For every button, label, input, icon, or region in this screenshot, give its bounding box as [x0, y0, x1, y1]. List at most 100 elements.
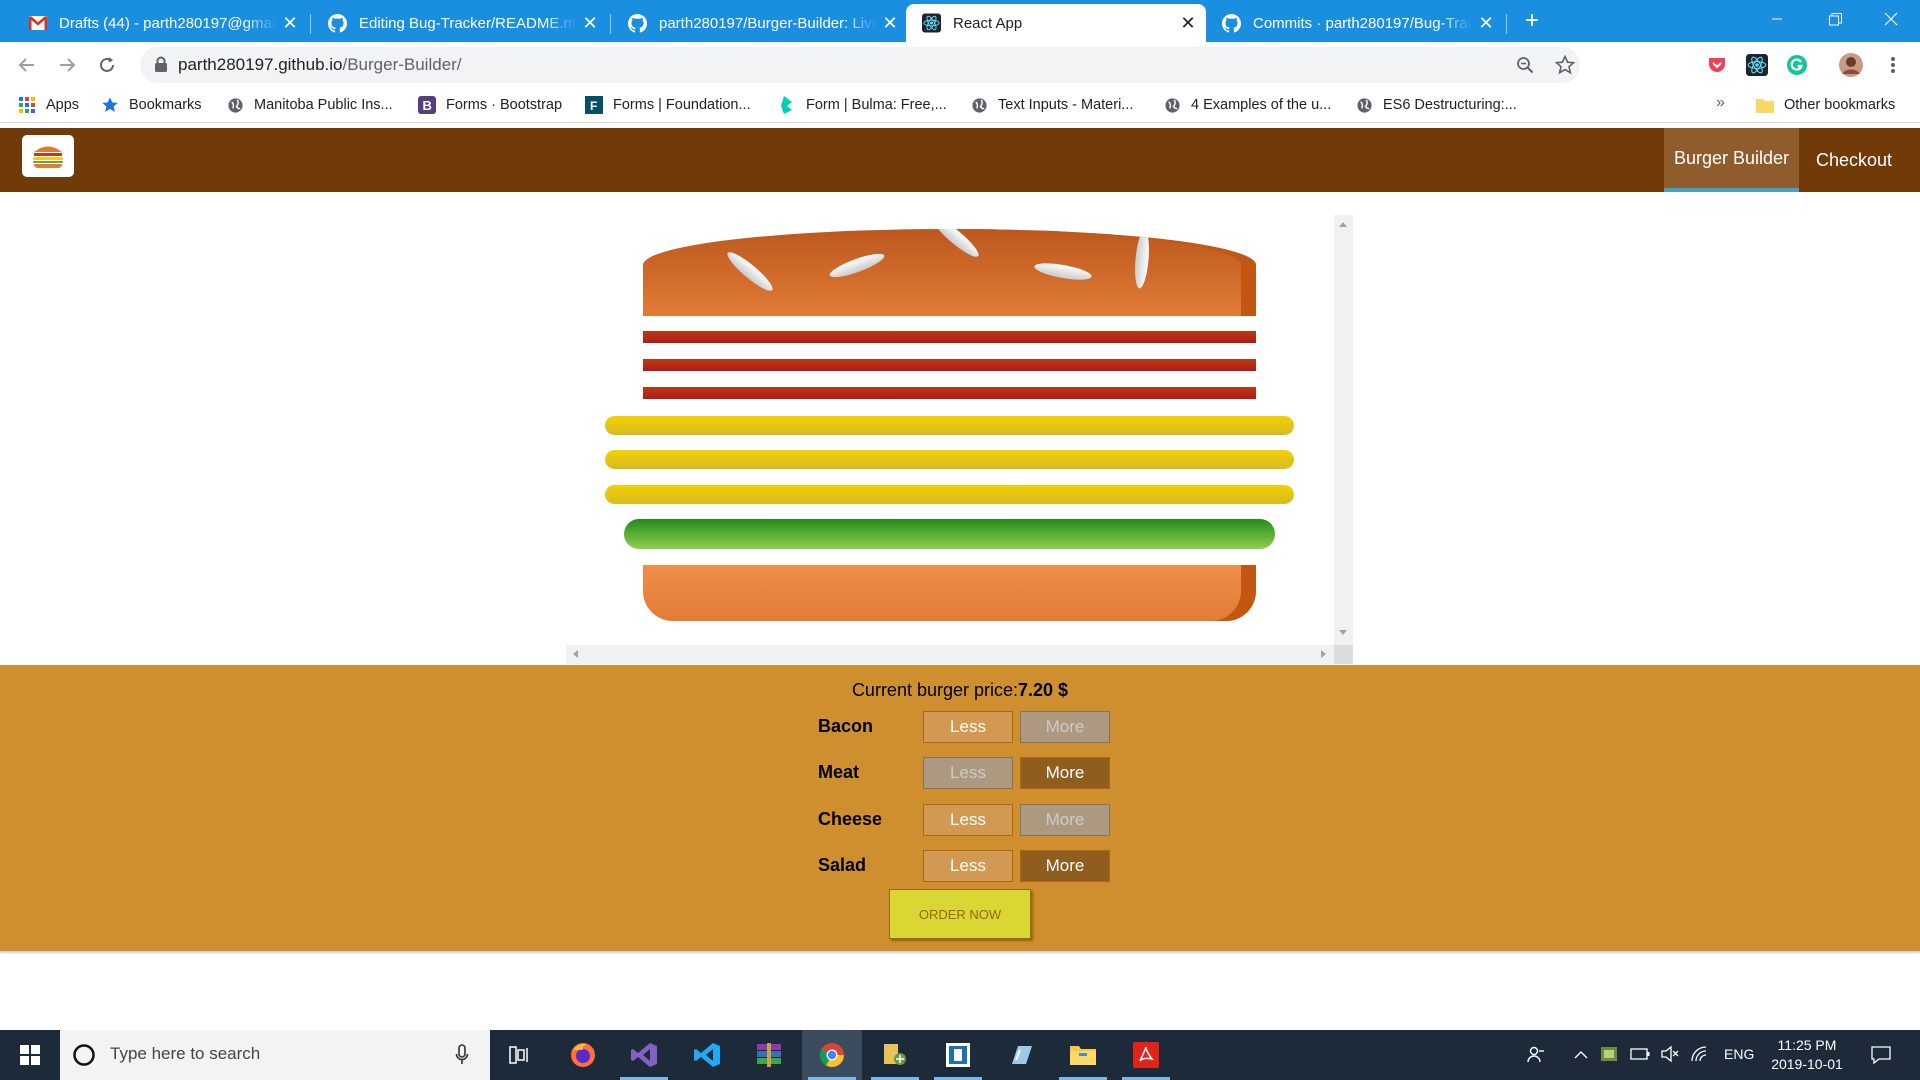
microphone-icon[interactable]	[455, 1044, 469, 1066]
close-tab-icon[interactable]: ✕	[876, 13, 904, 34]
input-language[interactable]: ENG	[1724, 1046, 1754, 1062]
people-icon[interactable]	[1526, 1045, 1546, 1068]
vscode-icon[interactable]	[677, 1030, 737, 1080]
bookmarks-overflow-chevron[interactable]: »	[1716, 94, 1725, 112]
cortana-icon	[73, 1044, 95, 1066]
pocket-extension-icon[interactable]	[1702, 50, 1732, 80]
horizontal-scrollbar[interactable]	[566, 645, 1334, 664]
grammarly-icon[interactable]	[1782, 50, 1812, 80]
bookmark-4-examples[interactable]: 4 Examples of the u...	[1163, 95, 1331, 115]
hardware-tray-icon[interactable]	[1600, 1045, 1620, 1066]
volume-muted-icon[interactable]	[1660, 1045, 1680, 1066]
file-explorer-icon[interactable]	[1053, 1030, 1113, 1080]
tab-editing-readme[interactable]: Editing Bug-Tracker/README.md ✕	[312, 4, 608, 42]
forward-arrow-icon[interactable]	[52, 50, 82, 80]
order-now-button[interactable]: ORDER NOW	[889, 889, 1031, 939]
taskbar-search-box[interactable]: Type here to search	[60, 1030, 490, 1080]
close-tab-icon[interactable]: ✕	[576, 13, 604, 34]
bookmark-manitoba[interactable]: Manitoba Public Ins...	[226, 95, 393, 115]
ingredient-label: Bacon	[818, 716, 874, 736]
browser-menu-icon[interactable]	[1878, 50, 1908, 80]
burger-logo-icon	[33, 146, 63, 168]
action-center-icon[interactable]	[1870, 1045, 1892, 1068]
bacon-layer	[643, 387, 1256, 399]
sql-server-icon[interactable]	[865, 1030, 925, 1080]
bookmark-bootstrap-forms[interactable]: B Forms · Bootstrap	[418, 95, 562, 115]
salad-less-button[interactable]: Less	[923, 850, 1013, 882]
show-hidden-icons-chevron-icon[interactable]	[1574, 1047, 1588, 1063]
windows-start-button[interactable]	[0, 1030, 60, 1080]
close-tab-icon[interactable]: ✕	[276, 13, 304, 34]
sesame-seed	[1132, 230, 1152, 289]
bookmark-label: 4 Examples of the u...	[1191, 97, 1332, 113]
address-bar[interactable]: parth280197.github.io/Burger-Builder/	[140, 47, 1580, 83]
bread-bottom	[643, 565, 1256, 621]
nav-checkout[interactable]: Checkout	[1799, 128, 1909, 192]
tab-react-app[interactable]: React App ✕	[906, 4, 1206, 42]
foundation-icon: F	[585, 96, 603, 114]
restore-window-button[interactable]	[1806, 0, 1864, 38]
close-tab-icon[interactable]: ✕	[1472, 13, 1500, 34]
scroll-right-arrow-icon[interactable]	[1321, 650, 1326, 658]
url-host: parth280197.github.io	[178, 55, 343, 74]
scroll-down-arrow-icon[interactable]	[1339, 630, 1347, 635]
minimize-window-button[interactable]	[1748, 0, 1806, 38]
battery-icon[interactable]	[1630, 1047, 1650, 1063]
react-devtools-icon[interactable]	[1742, 50, 1772, 80]
cheese-more-button[interactable]: More	[1020, 804, 1110, 836]
firefox-icon[interactable]	[553, 1030, 613, 1080]
globe-icon	[1163, 96, 1181, 114]
tab-burger-builder-repo[interactable]: parth280197/Burger-Builder: Live ✕	[612, 4, 908, 42]
tab-gmail-drafts[interactable]: Drafts (44) - parth280197@gmail.com ✕	[12, 4, 308, 42]
globe-icon	[1355, 96, 1373, 114]
acrobat-icon[interactable]	[1116, 1030, 1176, 1080]
bacon-less-button[interactable]: Less	[923, 711, 1013, 743]
visual-studio-icon[interactable]	[614, 1030, 674, 1080]
cheese-layer	[605, 485, 1294, 504]
vertical-scrollbar[interactable]	[1334, 215, 1353, 645]
bookmark-bulma-form[interactable]: Form | Bulma: Free,...	[778, 95, 947, 115]
bookmark-apps[interactable]: Apps	[18, 95, 79, 115]
new-tab-button[interactable]: +	[1518, 8, 1546, 36]
close-tab-icon[interactable]: ✕	[1174, 13, 1202, 34]
tab-bug-tracker-commits[interactable]: Commits · parth280197/Bug-Tracker ✕	[1206, 4, 1504, 42]
ingredient-label: Cheese	[818, 809, 883, 829]
task-view-icon[interactable]	[490, 1030, 550, 1080]
bacon-layer	[643, 331, 1256, 343]
bookmark-bookmarks[interactable]: Bookmarks	[101, 95, 202, 115]
back-arrow-icon[interactable]	[12, 50, 42, 80]
meat-more-button[interactable]: More	[1020, 757, 1110, 789]
wifi-icon[interactable]	[1690, 1045, 1710, 1066]
zoom-icon[interactable]	[1512, 52, 1538, 78]
bookmark-text-inputs-materialize[interactable]: Text Inputs - Materi...	[970, 95, 1133, 115]
reload-icon[interactable]	[92, 50, 122, 80]
cheese-layer	[605, 450, 1294, 469]
ingredient-label: Salad	[818, 855, 867, 875]
control-row-meat: Meat Less More	[818, 757, 1118, 789]
notes-icon[interactable]	[991, 1030, 1051, 1080]
globe-icon	[226, 96, 244, 114]
bookmark-other-bookmarks[interactable]: Other bookmarks	[1756, 95, 1895, 115]
android-studio-icon[interactable]	[928, 1030, 988, 1080]
cheese-less-button[interactable]: Less	[923, 804, 1013, 836]
bacon-more-button[interactable]: More	[1020, 711, 1110, 743]
meat-less-button[interactable]: Less	[923, 757, 1013, 789]
bookmark-es6-destructuring[interactable]: ES6 Destructuring:...	[1355, 95, 1517, 115]
ingredient-label: Meat	[818, 762, 860, 782]
nav-burger-builder[interactable]: Burger Builder	[1664, 128, 1799, 192]
system-clock[interactable]: 11:25 PM 2019-10-01	[1762, 1036, 1852, 1074]
bookmark-foundation-forms[interactable]: F Forms | Foundation...	[585, 95, 751, 115]
svg-text:F: F	[590, 99, 597, 113]
scroll-up-arrow-icon[interactable]	[1339, 222, 1347, 227]
profile-avatar[interactable]	[1836, 50, 1866, 80]
bookmark-star-icon[interactable]	[1552, 52, 1578, 78]
svg-text:B: B	[423, 98, 432, 113]
winrar-icon[interactable]	[739, 1030, 799, 1080]
chrome-icon[interactable]	[802, 1030, 862, 1080]
salad-more-button[interactable]: More	[1020, 850, 1110, 882]
react-icon	[922, 13, 941, 33]
scroll-left-arrow-icon[interactable]	[573, 650, 578, 658]
tab-separator	[610, 14, 611, 34]
burger-logo[interactable]	[22, 135, 74, 177]
close-window-button[interactable]	[1862, 0, 1920, 38]
